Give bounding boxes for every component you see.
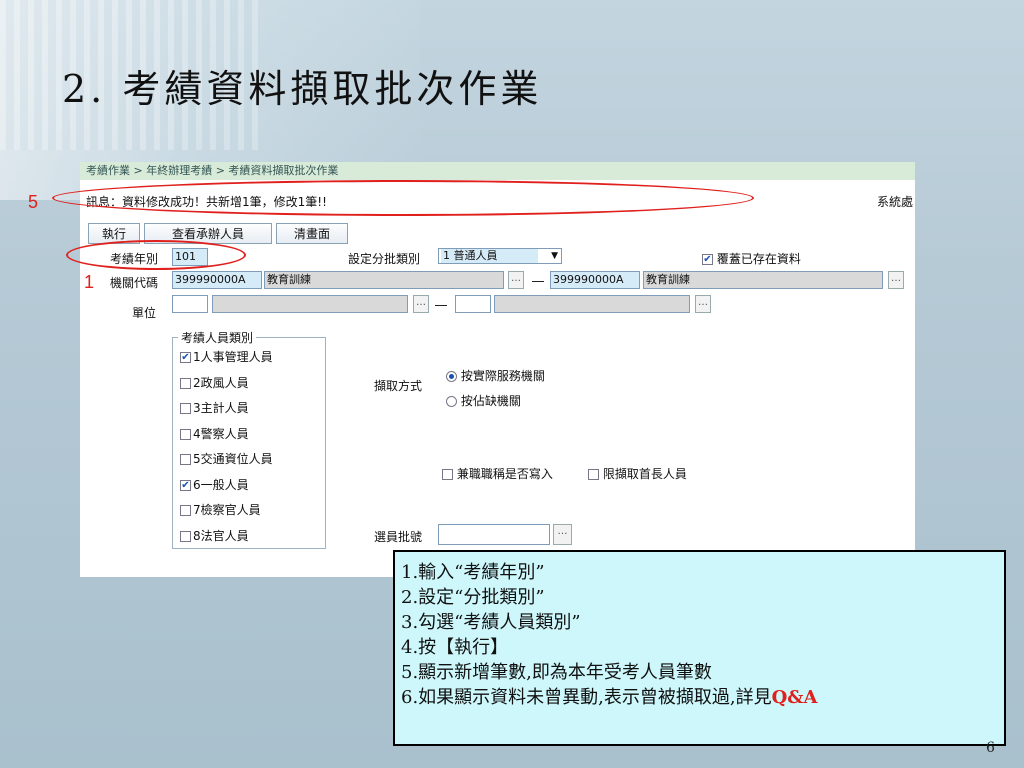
note-line-4: 4.按【執行】 — [401, 637, 509, 658]
note-line-5: 5.顯示新增筆數,即為本年受考人員筆數 — [401, 662, 712, 683]
selector-label: 選員批號 — [374, 530, 423, 544]
annotation-number-5: 5 — [28, 192, 39, 212]
unit-range-dash — [435, 305, 447, 306]
concurrent-checkbox[interactable] — [442, 469, 453, 480]
category-item[interactable]: 7檢察官人員 — [180, 501, 261, 518]
chevron-down-icon: ▼ — [551, 251, 558, 261]
page-number: 6 — [986, 740, 995, 756]
unit-from-lookup-button[interactable]: … — [413, 295, 429, 313]
note-line-1: 1.輸入“考績年別” — [401, 562, 545, 583]
head-only-option[interactable]: 限擷取首長人員 — [588, 465, 687, 482]
unit-code-from-input[interactable] — [172, 295, 208, 313]
app-panel: 考績作業 > 年終辦理考績 > 考績資料擷取批次作業 訊息：資料修改成功！共新增… — [80, 162, 915, 577]
head-only-checkbox[interactable] — [588, 469, 599, 480]
system-label: 系統處 — [876, 195, 913, 209]
unit-name-to-field — [494, 295, 690, 313]
category-item[interactable]: 8法官人員 — [180, 527, 249, 544]
agency-name-to-field: 教育訓練 — [643, 271, 883, 289]
batch-select[interactable]: 1 普通人員 ▼ — [438, 248, 562, 264]
category-item[interactable]: 3主計人員 — [180, 399, 249, 416]
slide-title: 2. 考績資料擷取批次作業 — [62, 67, 543, 111]
agency-code-to-input[interactable]: 399990000A — [550, 271, 640, 289]
agency-label: 機關代碼 — [110, 276, 159, 290]
category-checkbox[interactable] — [180, 505, 191, 516]
category-checkbox[interactable] — [180, 377, 191, 389]
overwrite-label: 覆蓋已存在資料 — [716, 252, 801, 266]
method-position-label: 按佔缺機關 — [460, 394, 521, 408]
category-checkbox[interactable]: ✔ — [180, 352, 191, 363]
instruction-notes: 1.輸入“考績年別” 2.設定“分批類別” 3.勾選“考績人員類別” 4.按【執… — [393, 550, 1006, 746]
selector-lookup-button[interactable]: … — [553, 524, 572, 545]
agency-to-lookup-button[interactable]: … — [888, 271, 904, 289]
concurrent-label: 兼職職稱是否寫入 — [456, 467, 553, 481]
note-line-6-text: 6.如果顯示資料未曾異動,表示曾被擷取過,詳見 — [401, 687, 772, 708]
annotation-ellipse-year — [66, 240, 246, 270]
category-label: 1人事管理人員 — [193, 350, 273, 364]
category-item[interactable]: 4警察人員 — [180, 425, 249, 442]
selector-input[interactable] — [438, 524, 550, 545]
category-label: 4警察人員 — [193, 426, 249, 441]
annotation-ellipse-message — [52, 180, 754, 216]
category-item[interactable]: ✔ 1人事管理人員 — [180, 348, 273, 365]
category-label: 6一般人員 — [193, 477, 249, 492]
unit-label: 單位 — [132, 306, 157, 320]
note-line-6: 6.如果顯示資料未曾異動,表示曾被擷取過,詳見Q&A — [401, 685, 1004, 710]
agency-name-from-field: 教育訓練 — [264, 271, 504, 289]
note-line-3: 3.勾選“考績人員類別” — [401, 612, 581, 633]
concurrent-option[interactable]: 兼職職稱是否寫入 — [442, 465, 553, 482]
category-label: 8法官人員 — [193, 528, 249, 543]
head-only-label: 限擷取首長人員 — [602, 467, 687, 481]
qa-link[interactable]: Q&A — [772, 687, 818, 708]
method-actual-label: 按實際服務機關 — [460, 369, 545, 383]
batch-select-value: 1 普通人員 — [441, 249, 538, 263]
method-actual-radio[interactable] — [446, 371, 457, 382]
method-option-position[interactable]: 按佔缺機關 — [446, 392, 521, 409]
clear-button[interactable]: 清畫面 — [276, 223, 348, 244]
agency-code-from-input[interactable]: 399990000A — [172, 271, 262, 289]
category-checkbox[interactable] — [180, 454, 191, 465]
category-label: 5交通資位人員 — [193, 452, 273, 466]
category-label: 7檢察官人員 — [193, 503, 261, 517]
category-checkbox[interactable] — [180, 403, 191, 414]
category-label: 3主計人員 — [193, 401, 249, 415]
category-checkbox[interactable]: ✔ — [180, 479, 191, 491]
method-label: 擷取方式 — [374, 379, 423, 393]
unit-name-from-field — [212, 295, 408, 313]
annotation-number-1: 1 — [84, 272, 95, 292]
breadcrumb[interactable]: 考績作業 > 年終辦理考績 > 考績資料擷取批次作業 — [80, 162, 915, 180]
category-item[interactable]: 2政風人員 — [180, 374, 249, 391]
overwrite-checkbox[interactable]: ✔ — [702, 254, 713, 265]
category-checkbox[interactable] — [180, 428, 191, 440]
category-legend: 考績人員類別 — [178, 329, 257, 346]
method-position-radio[interactable] — [446, 396, 457, 407]
method-option-actual[interactable]: 按實際服務機關 — [446, 367, 545, 384]
unit-to-lookup-button[interactable]: … — [695, 295, 711, 313]
range-dash — [532, 281, 544, 282]
category-checkbox[interactable] — [180, 530, 191, 542]
note-line-2: 2.設定“分批類別” — [401, 587, 545, 608]
category-label: 2政風人員 — [193, 375, 249, 390]
category-item[interactable]: ✔ 6一般人員 — [180, 476, 249, 493]
batch-label: 設定分批類別 — [348, 252, 421, 266]
unit-code-to-input[interactable] — [455, 295, 491, 313]
category-item[interactable]: 5交通資位人員 — [180, 450, 273, 467]
overwrite-option[interactable]: ✔ 覆蓋已存在資料 — [702, 250, 801, 267]
agency-from-lookup-button[interactable]: … — [508, 271, 524, 289]
